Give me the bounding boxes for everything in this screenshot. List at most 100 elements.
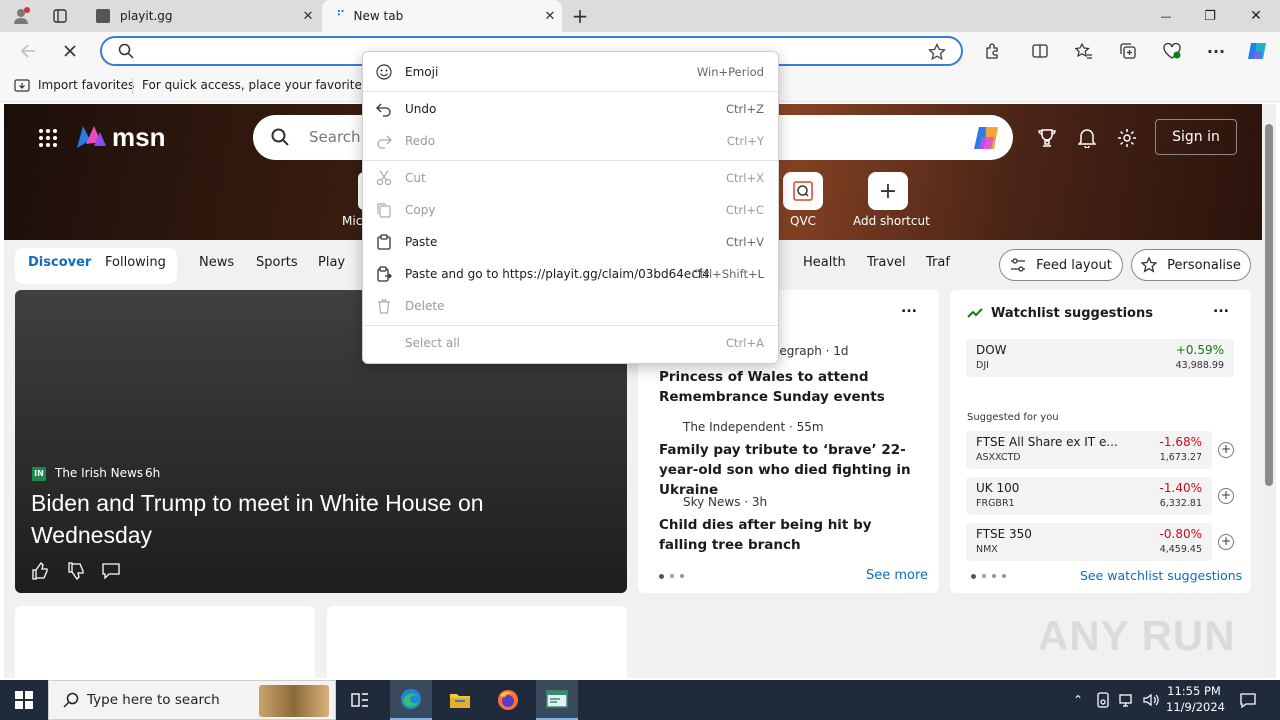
favorites-icon[interactable] [1072, 40, 1096, 62]
dislike-icon[interactable] [67, 562, 85, 580]
app-launcher-icon[interactable] [34, 124, 62, 152]
hero-dot: · [137, 466, 141, 480]
tab-new-tab[interactable]: ⠋ New tab ✕ [322, 0, 562, 32]
taskbar-clock[interactable]: 11:55 PM 11/9/2024 [1166, 683, 1225, 717]
nav-news[interactable]: News [199, 255, 234, 270]
page-scrollbar[interactable] [1262, 104, 1276, 678]
nav-health[interactable]: Health [803, 255, 846, 270]
task-view-icon[interactable] [340, 680, 380, 720]
more-menu-icon[interactable]: ··· [1204, 40, 1228, 62]
new-tab-button[interactable]: + [568, 3, 592, 29]
news-title[interactable]: Child dies after being hit by falling tr… [659, 515, 919, 555]
add-to-watchlist-button[interactable]: + [1218, 534, 1234, 550]
search-icon [118, 43, 134, 59]
comment-icon[interactable] [102, 563, 120, 579]
favorites-bar-divider [132, 78, 133, 94]
menu-item-select-all[interactable]: Select all Ctrl+A [363, 327, 778, 359]
extensions-icon[interactable] [980, 40, 1004, 62]
menu-item-copy[interactable]: Copy Ctrl+C [363, 194, 778, 226]
hero-title[interactable]: Biden and Trump to meet in White House o… [31, 487, 551, 551]
copy-icon [376, 202, 392, 218]
tab-close-button[interactable]: ✕ [538, 9, 562, 24]
tab-actions-icon[interactable] [48, 4, 72, 28]
tab-close-button[interactable]: ✕ [296, 9, 320, 24]
file-explorer-icon[interactable] [440, 680, 480, 720]
device-icon[interactable] [1092, 680, 1114, 720]
edge-taskbar-icon[interactable] [390, 680, 432, 720]
shortcut-add[interactable]: + Add shortcut [850, 170, 930, 234]
minimize-button[interactable]: — [1146, 0, 1186, 32]
favicon-icon [96, 9, 110, 23]
menu-item-redo[interactable]: Redo Ctrl+Y [363, 125, 778, 157]
scrollbar-thumb[interactable] [1265, 124, 1273, 486]
nav-play[interactable]: Play [318, 255, 345, 270]
notification-center-icon[interactable] [1234, 680, 1262, 720]
stock-row[interactable]: FTSE 350 NMX -0.80% 4,459.45 + [966, 523, 1234, 561]
news-title[interactable]: Family pay tribute to ‘brave’ 22-year-ol… [659, 440, 929, 500]
copilot-icon[interactable] [1244, 38, 1270, 64]
taskbar-search-box[interactable]: Type here to search [48, 680, 336, 720]
network-icon[interactable] [1116, 680, 1138, 720]
stock-row[interactable]: DOW DJI +0.59% 43,988.99 [966, 339, 1234, 377]
firefox-icon[interactable] [488, 680, 528, 720]
add-to-watchlist-button[interactable]: + [1218, 488, 1234, 504]
feed-card[interactable] [15, 606, 315, 678]
card-more-button[interactable]: ... [1213, 300, 1229, 316]
add-to-watchlist-button[interactable]: + [1218, 442, 1234, 458]
menu-item-undo[interactable]: Undo Ctrl+Z [363, 93, 778, 125]
nav-sports[interactable]: Sports [256, 255, 298, 270]
paste-icon [376, 234, 392, 250]
split-screen-icon[interactable] [1028, 40, 1052, 62]
news-title[interactable]: Princess of Wales to attend Remembrance … [659, 367, 919, 407]
volume-icon[interactable] [1140, 680, 1162, 720]
personalise-button[interactable]: Personalise [1131, 249, 1251, 281]
tab-following[interactable]: Following [105, 255, 166, 270]
import-favorites-link[interactable]: Import favorites [38, 78, 134, 92]
anyrun-watermark: ANY RUN [1038, 612, 1236, 659]
carousel-dots[interactable] [659, 574, 684, 579]
msn-logo[interactable]: msn [74, 120, 165, 154]
see-watchlist-link[interactable]: See watchlist suggestions [1080, 568, 1242, 583]
favorite-star-icon[interactable] [928, 43, 946, 61]
menu-item-paste-and-go[interactable]: Paste and go to https://playit.gg/claim/… [363, 258, 778, 290]
menu-item-paste[interactable]: Paste Ctrl+V [363, 226, 778, 258]
notifications-bell-icon[interactable] [1074, 125, 1100, 151]
menu-item-cut[interactable]: Cut Ctrl+X [363, 162, 778, 194]
nav-traffic[interactable]: Traf [926, 255, 950, 270]
rewards-trophy-icon[interactable] [1034, 125, 1060, 151]
sign-in-button[interactable]: Sign in [1155, 119, 1237, 155]
tab-playit[interactable]: playit.gg ✕ [84, 0, 320, 32]
close-window-button[interactable]: ✕ [1236, 0, 1276, 32]
feed-card[interactable] [327, 606, 627, 678]
nav-travel[interactable]: Travel [867, 255, 906, 270]
menu-item-delete[interactable]: Delete [363, 290, 778, 322]
shortcut-mic[interactable]: Mic [342, 170, 378, 234]
settings-gear-icon[interactable] [1114, 125, 1140, 151]
browser-essentials-icon[interactable] [1160, 40, 1184, 62]
card-more-button[interactable]: ... [901, 300, 917, 316]
tab-discover[interactable]: Discover [28, 255, 91, 270]
collections-icon[interactable] [1116, 40, 1140, 62]
feed-layout-button[interactable]: Feed layout [999, 249, 1123, 281]
loading-icon: ⠋ [336, 8, 346, 24]
stop-loading-icon[interactable] [58, 40, 82, 62]
menu-item-emoji[interactable]: Emoji Win+Period [363, 56, 778, 88]
carousel-dots[interactable] [971, 574, 1006, 579]
see-more-link[interactable]: See more [866, 568, 928, 583]
menu-separator [363, 91, 778, 92]
stock-row[interactable]: UK 100 FRGBR1 -1.40% 6,332.81 + [966, 477, 1234, 515]
back-arrow-icon[interactable] [16, 40, 40, 62]
watchlist-card: Watchlist suggestions ... DOW DJI +0.59%… [950, 290, 1251, 593]
app-window-taskbar-icon[interactable] [536, 680, 578, 720]
like-icon[interactable] [31, 562, 49, 580]
hero-age: 6h [145, 466, 161, 480]
copilot-icon[interactable] [973, 125, 1001, 151]
stock-row[interactable]: FTSE All Share ex IT e... ASXXCTD -1.68%… [966, 431, 1234, 469]
maximize-button[interactable]: ❐ [1190, 0, 1230, 32]
profile-icon[interactable] [8, 4, 34, 28]
paste-go-icon [376, 266, 392, 282]
trash-icon [376, 298, 392, 314]
shortcut-qvc[interactable]: QVC [780, 170, 826, 234]
windows-start-icon[interactable] [0, 680, 48, 720]
show-hidden-icons-chevron-icon[interactable]: ⌃ [1068, 680, 1088, 720]
